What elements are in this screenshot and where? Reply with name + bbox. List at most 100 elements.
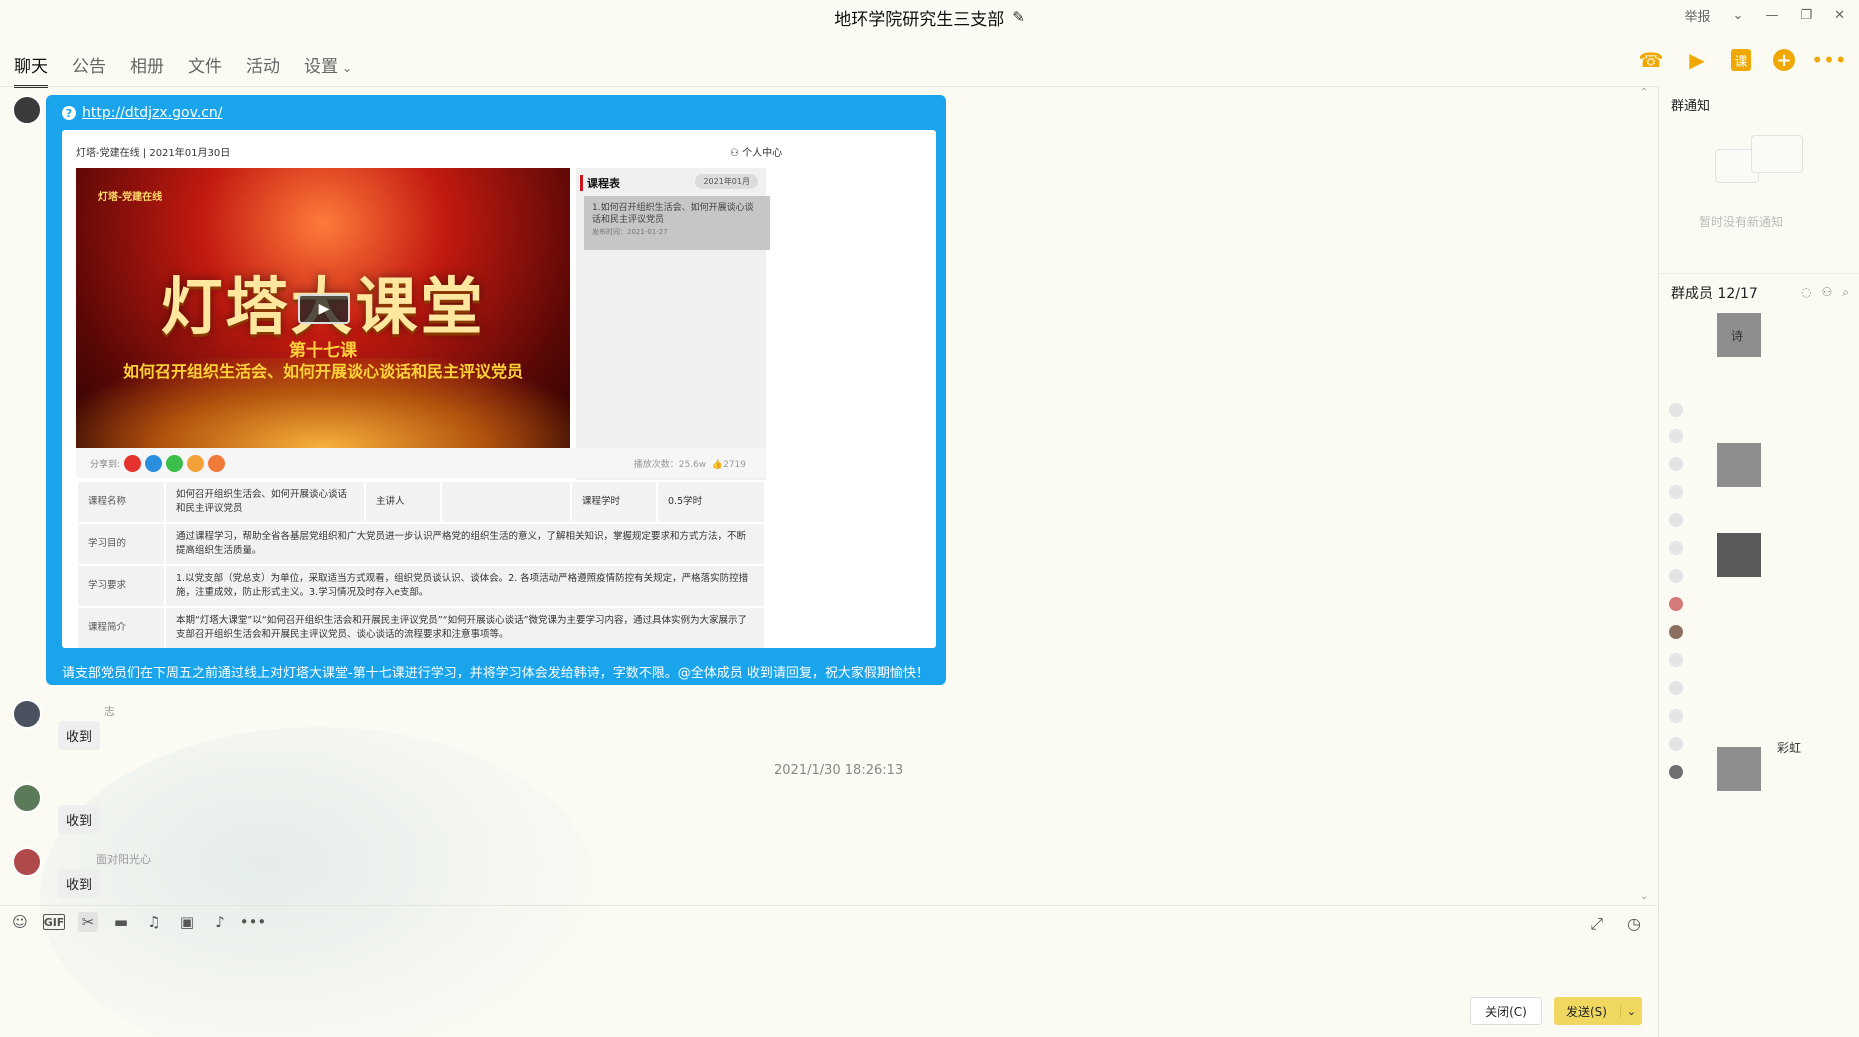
table-key: 学习要求 [76, 564, 166, 608]
tab-album[interactable]: 相册 [130, 52, 164, 88]
avatar[interactable] [12, 847, 42, 877]
chat-icon[interactable]: ◌ [1801, 285, 1811, 300]
expand-icon[interactable]: ⤢ [1590, 914, 1603, 934]
member-name: 诗 [1731, 329, 1744, 343]
close-button[interactable]: 关闭(C) [1470, 997, 1542, 1025]
table-value: 1.以党支部（党总支）为单位，采取适当方式观看，组织党员谈认识、谈体会。2. 各… [164, 564, 766, 608]
tab-announcement[interactable]: 公告 [72, 52, 106, 88]
member-avatar[interactable] [1669, 737, 1683, 751]
member-avatar[interactable] [1669, 681, 1683, 695]
tab-activity[interactable]: 活动 [246, 52, 280, 88]
minimize-icon[interactable]: — [1765, 8, 1778, 23]
member-avatar[interactable] [1669, 569, 1683, 583]
chevron-down-icon[interactable]: ⌄ [1620, 1004, 1642, 1018]
send-label: 发送(S) [1566, 1004, 1607, 1019]
tab-settings[interactable]: 设置 ⌄ [304, 52, 352, 88]
right-sidebar: 群通知 暂时没有新通知 群成员 12/17 ◌ ⚇ ⌕ 诗 彩虹 [1658, 87, 1859, 1037]
gif-icon[interactable]: GIF [43, 914, 65, 930]
table-value: 0.5学时 [656, 480, 766, 524]
sender-name: 面对阳光心 [96, 853, 151, 866]
member-avatar[interactable] [1669, 625, 1683, 639]
member-avatar[interactable] [1669, 485, 1683, 499]
scroll-top-icon[interactable]: ⌃ [1640, 87, 1648, 98]
music-icon[interactable]: ♫ [144, 912, 164, 932]
table-row: 课程名称 如何召开组织生活会、如何开展谈心谈话和民主评议党员 主讲人 课程学时 … [76, 480, 766, 524]
table-key: 课程名称 [76, 480, 166, 524]
member-avatar[interactable] [1669, 513, 1683, 527]
chevron-down-icon: ⌄ [342, 61, 353, 75]
member-avatar[interactable] [1669, 457, 1683, 471]
link-preview[interactable]: 灯塔-党建在线 | 2021年01月30日 ⚇ 个人中心 灯塔-党建在线 灯塔大… [62, 130, 936, 648]
table-row: 学习目的 通过课程学习，帮助全省各基层党组织和广大党员进一步认识严格党的组织生活… [76, 522, 766, 566]
image-icon[interactable]: ▣ [177, 912, 197, 932]
schedule-item-date: 发布时间：2021-01-27 [592, 228, 668, 236]
emoji-icon[interactable]: ☺ [10, 912, 30, 932]
table-value: 如何召开组织生活会、如何开展谈心谈话和民主评议党员 [164, 480, 366, 524]
avatar[interactable] [12, 783, 42, 813]
more-icon[interactable]: ••• [1811, 48, 1846, 72]
window-controls: 举报 ⌄ — ❐ ✕ [1685, 6, 1845, 25]
more-icon[interactable]: ••• [240, 912, 267, 932]
search-icon[interactable]: ⌕ [1842, 285, 1849, 300]
table-key: 学习目的 [76, 522, 166, 566]
members-title: 群成员 12/17 [1671, 286, 1758, 302]
bubble-shape [1751, 135, 1803, 173]
scroll-bottom-icon[interactable]: ⌄ [1640, 891, 1648, 902]
schedule-item-title: 1.如何召开组织生活会、如何开展谈心谈话和民主评议党员 [592, 203, 754, 225]
video-call-icon[interactable]: ▶ [1685, 48, 1709, 72]
shared-url-link[interactable]: http://dtdjzx.gov.cn/ [82, 105, 223, 121]
play-count: 播放次数：25.6w [633, 459, 707, 470]
preview-site-header: 灯塔-党建在线 | 2021年01月30日 [76, 148, 231, 159]
member-avatar[interactable] [1669, 403, 1683, 417]
member-tools: ◌ ⚇ ⌕ [1801, 285, 1849, 300]
member-avatar[interactable] [1717, 747, 1761, 791]
link-icon: ? [62, 106, 76, 120]
add-icon[interactable]: + [1773, 49, 1795, 71]
edit-title-icon[interactable]: ✎ [1012, 8, 1025, 26]
member-avatar[interactable] [1669, 709, 1683, 723]
chevron-down-icon[interactable]: ⌄ [1733, 8, 1744, 23]
notice-empty-text: 暂时没有新通知 [1699, 215, 1784, 229]
table-key: 课程简介 [76, 606, 166, 648]
link-row: ? http://dtdjzx.gov.cn/ [62, 105, 223, 121]
clock-icon[interactable]: ◷ [1627, 914, 1641, 934]
member-avatar[interactable] [1669, 765, 1683, 779]
course-icon[interactable]: 课 [1731, 49, 1751, 71]
member-avatar[interactable] [1717, 443, 1761, 487]
phone-icon[interactable]: ☎ [1639, 48, 1664, 72]
member-avatar[interactable] [1669, 541, 1683, 555]
add-member-icon[interactable]: ⚇ [1822, 285, 1833, 300]
report-link[interactable]: 举报 [1685, 6, 1711, 25]
like-count: 2719 [723, 459, 746, 470]
tab-files[interactable]: 文件 [188, 52, 222, 88]
table-value: 本期“灯塔大课堂”以“如何召开组织生活会和开展民主评议党员”“如何开展谈心谈话”… [164, 606, 766, 648]
table-key: 课程学时 [570, 480, 658, 524]
bell-icon[interactable]: ♪ [210, 912, 230, 932]
share-bar: 分享到: 播放次数：25.6w 👍2719 [76, 448, 766, 478]
close-icon[interactable]: ✕ [1834, 8, 1845, 23]
user-center-label: 个人中心 [742, 148, 783, 159]
member-avatar[interactable] [1669, 653, 1683, 667]
table-value [440, 480, 572, 524]
window-title: 地环学院研究生三支部 [834, 9, 1005, 30]
play-icon: ▶ [298, 294, 350, 324]
folder-icon[interactable]: ▬ [111, 912, 131, 932]
restore-icon[interactable]: ❐ [1800, 8, 1812, 23]
avatar[interactable] [12, 699, 42, 729]
video-thumbnail: 灯塔-党建在线 灯塔大课堂 第十七课 如何召开组织生活会、如何开展谈心谈话和民主… [76, 168, 570, 448]
tab-settings-label: 设置 [304, 57, 338, 77]
chat-toolbar: ☎ ▶ 课 + ••• [1639, 48, 1847, 72]
send-button[interactable]: 发送(S) ⌄ [1554, 997, 1642, 1025]
table-row: 学习要求 1.以党支部（党总支）为单位，采取适当方式观看，组织党员谈认识、谈体会… [76, 564, 766, 608]
title-bar: 地环学院研究生三支部 ✎ 举报 ⌄ — ❐ ✕ [0, 0, 1859, 34]
member-avatar[interactable] [1669, 429, 1683, 443]
member-avatar[interactable] [1717, 533, 1761, 577]
table-value: 通过课程学习，帮助全省各基层党组织和广大党员进一步认识严格党的组织生活的意义，了… [164, 522, 766, 566]
member-avatar[interactable] [1669, 597, 1683, 611]
chat-area[interactable]: ⌃ ? http://dtdjzx.gov.cn/ 灯塔-党建在线 | 2021… [0, 87, 1657, 1037]
tab-chat[interactable]: 聊天 [14, 52, 48, 88]
avatar[interactable] [12, 95, 42, 125]
schedule-title: 课程表 [580, 175, 620, 191]
share-label: 分享到: [90, 459, 121, 470]
scissors-icon[interactable]: ✂ [78, 912, 98, 932]
